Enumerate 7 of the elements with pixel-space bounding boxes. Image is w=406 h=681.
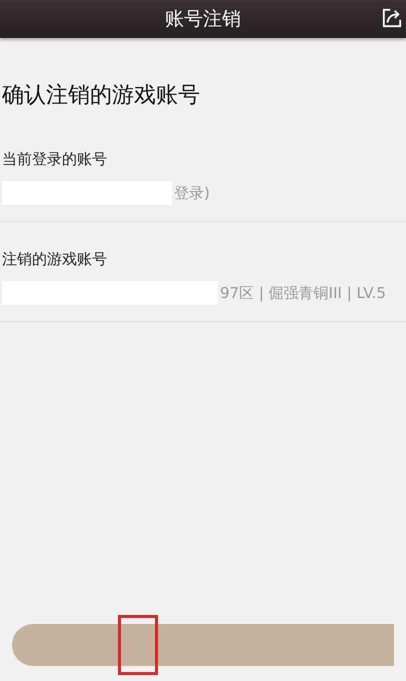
section-heading: 确认注销的游戏账号 xyxy=(1,82,201,110)
field-label: 当前登录的账号 xyxy=(2,150,108,169)
share-icon[interactable] xyxy=(382,8,402,28)
account-info: 登录) xyxy=(174,184,210,202)
account-info: 97区 | 倔强青铜III | LV.5 xyxy=(220,284,386,302)
field-label: 注销的游戏账号 xyxy=(2,250,108,269)
page-title: 账号注销 xyxy=(165,7,241,32)
